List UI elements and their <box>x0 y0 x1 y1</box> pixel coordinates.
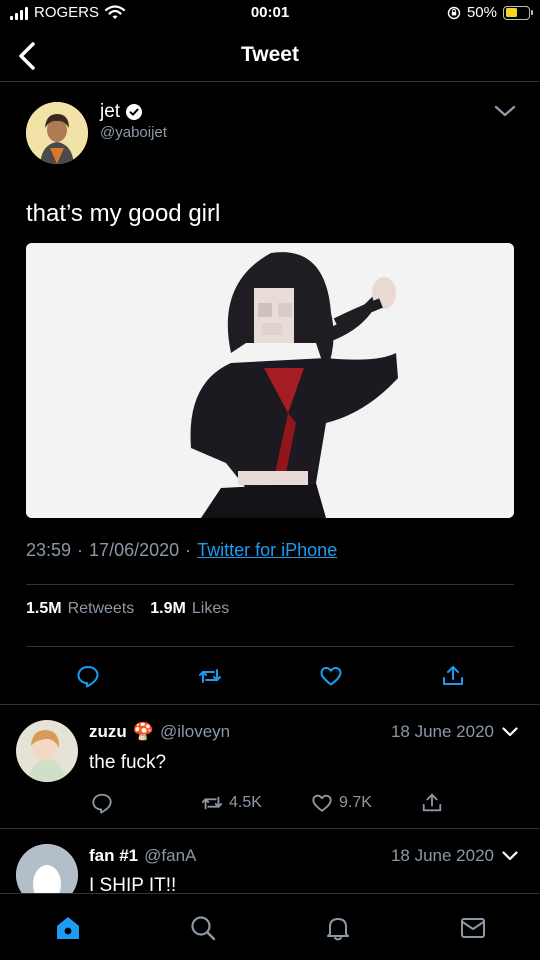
author-handle: @yaboijet <box>100 124 167 141</box>
reply-author-name[interactable]: zuzu <box>89 722 127 742</box>
divider <box>26 646 514 647</box>
reply-text: the fuck? <box>89 752 167 773</box>
notifications-icon[interactable] <box>324 914 352 942</box>
share-button[interactable] <box>421 792 443 814</box>
reply-author-handle: @fanA <box>144 846 197 865</box>
like-icon[interactable] <box>319 664 343 688</box>
reply-header: zuzu 🍄 @iloveyn <box>89 722 230 742</box>
battery-group: 50% <box>447 4 533 21</box>
bottom-tab-bar <box>0 893 540 960</box>
reply-avatar-default[interactable] <box>16 844 78 893</box>
reply-date: 18 June 2020 <box>391 846 518 866</box>
likes-count[interactable]: 1.9M <box>150 600 186 618</box>
verified-badge-icon <box>126 104 143 120</box>
reply-author-name[interactable]: fan #1 <box>89 846 138 866</box>
chevron-down-icon[interactable] <box>502 851 518 861</box>
reply-icon <box>92 793 112 814</box>
likes-label[interactable]: Likes <box>192 600 229 618</box>
tweet-text: that’s my good girl <box>26 200 221 227</box>
mushroom-emoji: 🍄 <box>132 722 154 741</box>
tweet-image[interactable] <box>26 243 514 518</box>
reply-author-handle: @iloveyn <box>159 722 231 741</box>
page-title: Tweet <box>241 43 299 66</box>
tweet-meta: 23:59 · 17/06/2020 · Twitter for iPhone <box>26 540 338 561</box>
retweet-icon[interactable] <box>198 664 222 688</box>
tweet-time: 23:59 <box>26 540 72 560</box>
retweet-icon <box>201 796 223 810</box>
tweet-source-link[interactable]: Twitter for iPhone <box>197 540 337 561</box>
author-name: jet <box>100 101 121 122</box>
divider <box>26 584 514 585</box>
share-icon[interactable] <box>441 664 465 688</box>
like-button[interactable]: 9.7K <box>311 792 372 814</box>
retweet-count: 4.5K <box>229 794 262 811</box>
reply-actions: 4.5K 9.7K <box>0 792 540 816</box>
like-icon <box>312 794 332 812</box>
author-name-group[interactable]: jet <box>100 101 143 123</box>
tweet-stats: 1.5M Retweets 1.9M Likes <box>26 600 229 618</box>
retweets-label[interactable]: Retweets <box>68 600 135 618</box>
like-count: 9.7K <box>339 794 372 811</box>
reply-item[interactable]: fan #1 @fanA 18 June 2020 I SHIP IT!! <box>0 828 540 893</box>
retweet-button[interactable]: 4.5K <box>201 792 262 814</box>
reply-icon[interactable] <box>76 664 100 688</box>
nav-bar: Tweet <box>0 30 540 82</box>
status-bar: ROGERS 00:01 50% <box>0 0 540 30</box>
battery-icon <box>503 5 533 20</box>
reply-item[interactable]: zuzu 🍄 @iloveyn 18 June 2020 the fuck? 4… <box>0 704 540 828</box>
reply-date: 18 June 2020 <box>391 722 518 742</box>
messages-icon[interactable] <box>459 914 487 942</box>
share-icon <box>422 793 442 812</box>
reply-button[interactable] <box>91 792 113 814</box>
reply-header: fan #1 @fanA <box>89 846 196 866</box>
orientation-lock-icon <box>447 6 461 19</box>
author-avatar[interactable] <box>26 102 88 164</box>
tweet-date: 17/06/2020 <box>89 540 180 560</box>
retweets-count[interactable]: 1.5M <box>26 600 62 618</box>
search-icon[interactable] <box>189 914 217 942</box>
reply-text: I SHIP IT!! <box>89 875 177 893</box>
chevron-down-icon[interactable] <box>494 104 516 118</box>
tweet-actions <box>0 664 540 688</box>
battery-percent: 50% <box>466 4 497 21</box>
reply-avatar[interactable] <box>16 720 78 782</box>
chevron-down-icon[interactable] <box>502 727 518 737</box>
home-icon[interactable] <box>54 914 82 942</box>
